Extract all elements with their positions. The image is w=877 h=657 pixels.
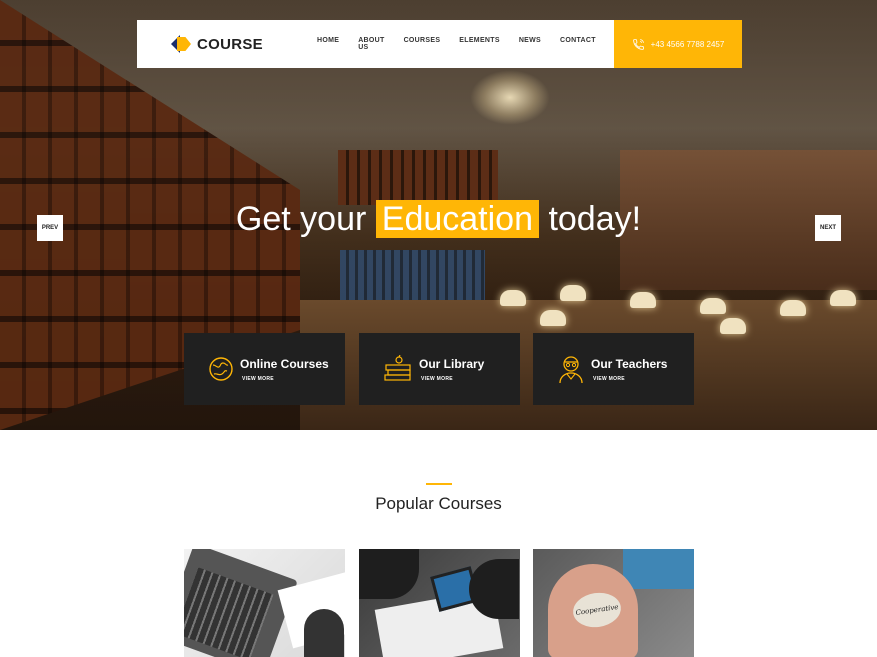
main-menu: HOME ABOUT US COURSES ELEMENTS NEWS CONT… [317,37,615,51]
course-card-image[interactable]: Cooperative [533,549,694,657]
phone-cta[interactable]: +43 4566 7788 2457 [614,20,742,68]
site-logo[interactable]: COURSE [171,35,263,53]
logo-icon [171,35,191,53]
section-divider [426,483,452,485]
headline-highlight: Education [375,200,539,238]
feature-our-library[interactable]: Our Library VIEW MORE [359,333,520,405]
menu-home[interactable]: HOME [317,37,339,51]
next-slide-button[interactable]: NEXT [815,215,841,241]
lamp-image [630,292,656,308]
chandelier-image [470,70,550,125]
teacher-icon [559,356,583,384]
back-shelf-image [338,150,498,205]
menu-courses[interactable]: COURSES [404,37,441,51]
feature-title: Our Teachers [591,356,668,371]
top-navbar: COURSE HOME ABOUT US COURSES ELEMENTS NE… [137,20,614,68]
feature-our-teachers[interactable]: Our Teachers VIEW MORE [533,333,694,405]
phone-number: +43 4566 7788 2457 [650,39,725,49]
feature-online-courses[interactable]: Online Courses VIEW MORE [184,333,345,405]
view-more-link[interactable]: VIEW MORE [421,376,484,382]
headline-before: Get your [235,200,367,238]
menu-about-us[interactable]: ABOUT US [358,37,384,51]
books-icon [384,355,411,381]
lamp-image [560,285,586,301]
menu-contact[interactable]: CONTACT [560,37,596,51]
lamp-image [780,300,806,316]
menu-elements[interactable]: ELEMENTS [459,37,500,51]
prev-slide-button[interactable]: PREV [37,215,63,241]
lamp-image [700,298,726,314]
course-card-image[interactable] [359,549,520,657]
menu-news[interactable]: NEWS [519,37,541,51]
section-title: Popular Courses [375,494,502,513]
feature-title: Online Courses [240,356,329,371]
lamp-image [830,290,856,306]
logo-text: COURSE [197,35,263,53]
globe-icon [209,357,233,381]
view-more-link[interactable]: VIEW MORE [242,376,329,382]
lamp-image [500,290,526,306]
view-more-link[interactable]: VIEW MORE [593,376,667,382]
headline-after: today! [548,200,642,238]
course-card-image[interactable] [184,549,345,657]
phone-icon [632,38,644,50]
hero-headline: Get your Education today! [0,200,877,239]
feature-title: Our Library [419,356,485,371]
lamp-image [540,310,566,326]
lamp-image [720,318,746,334]
